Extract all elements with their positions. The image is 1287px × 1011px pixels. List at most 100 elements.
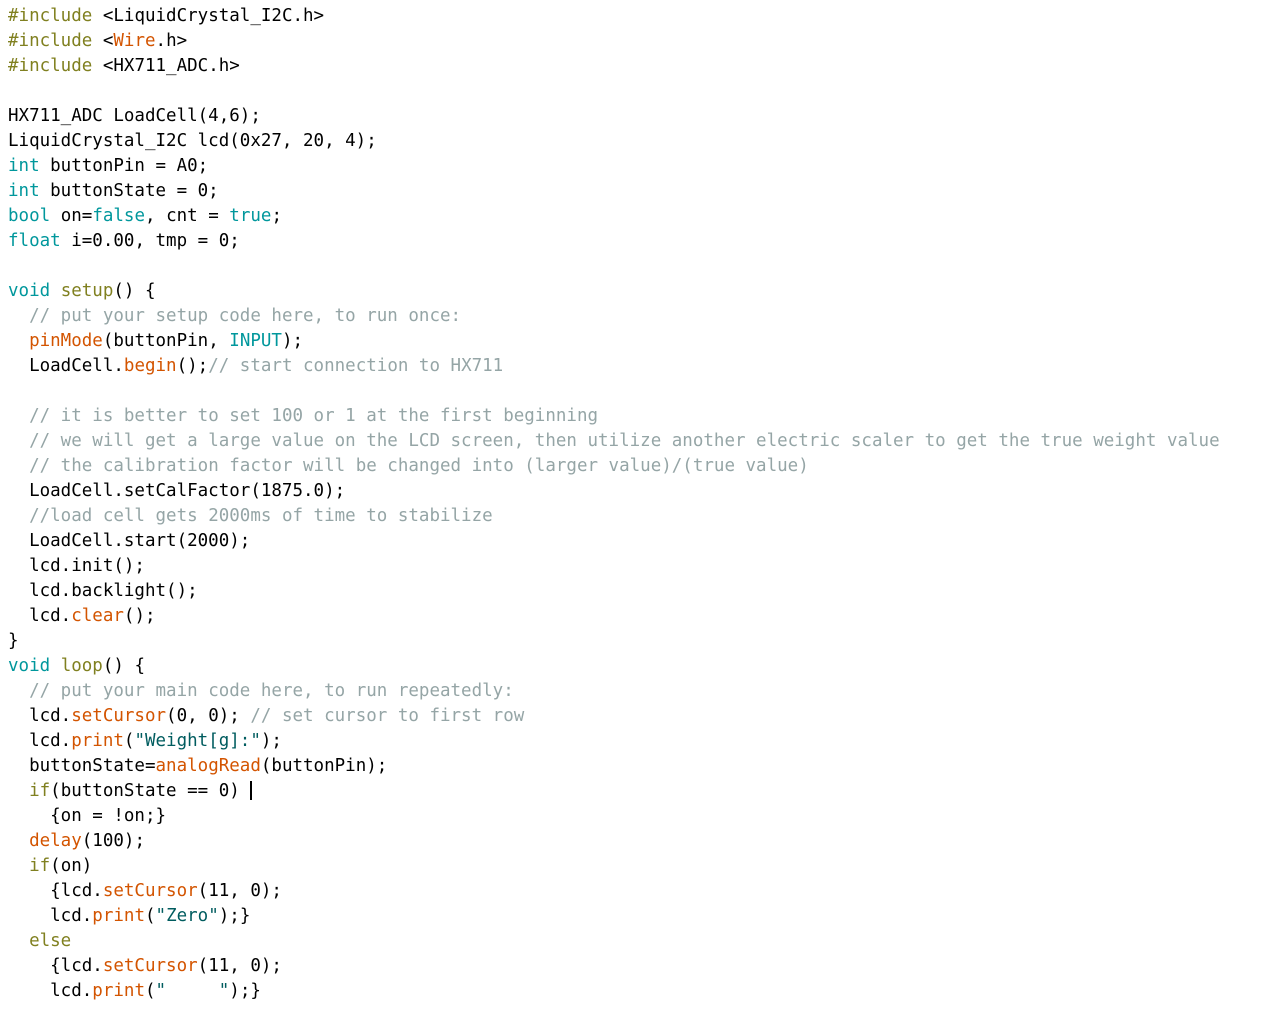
text-cursor-caret — [250, 781, 253, 800]
code-token-plain: on= — [50, 206, 93, 226]
code-token-preproc: loop — [60, 656, 103, 676]
code-line[interactable]: else — [0, 929, 1287, 954]
code-line[interactable]: delay(100); — [0, 829, 1287, 854]
code-line[interactable]: lcd.print("Zero");} — [0, 904, 1287, 929]
code-line[interactable]: lcd.clear(); — [0, 604, 1287, 629]
code-line[interactable]: float i=0.00, tmp = 0; — [0, 229, 1287, 254]
code-line[interactable]: lcd.print(" ");} — [0, 979, 1287, 1004]
code-line[interactable]: LiquidCrystal_I2C lcd(0x27, 20, 4); — [0, 129, 1287, 154]
code-token-string: " " — [155, 981, 230, 1001]
code-line[interactable]: pinMode(buttonPin, INPUT); — [0, 329, 1287, 354]
code-line[interactable]: // put your setup code here, to run once… — [0, 304, 1287, 329]
code-token-func: Wire — [113, 31, 156, 51]
code-token-comment: // set cursor to first row — [250, 706, 525, 726]
code-token-plain: } — [8, 631, 19, 651]
code-token-plain: ( — [144, 981, 156, 1001]
code-line[interactable]: #include <HX711_ADC.h> — [0, 54, 1287, 79]
code-line[interactable]: #include <Wire.h> — [0, 29, 1287, 54]
code-line[interactable]: void loop() { — [0, 654, 1287, 679]
code-token-func: clear — [71, 606, 124, 626]
code-line[interactable]: lcd.print("Weight[g]:"); — [0, 729, 1287, 754]
code-token-plain: ( — [123, 731, 135, 751]
code-token-plain: ; — [271, 206, 282, 226]
code-token-keyword: bool — [8, 206, 51, 226]
code-token-plain: <HX711_ADC.h> — [92, 56, 240, 76]
code-line[interactable]: #include <LiquidCrystal_I2C.h> — [0, 4, 1287, 29]
code-token-preproc: #include — [8, 31, 93, 51]
code-line[interactable]: // it is better to set 100 or 1 at the f… — [0, 404, 1287, 429]
code-line[interactable]: LoadCell.setCalFactor(1875.0); — [0, 479, 1287, 504]
code-line[interactable] — [0, 379, 1287, 404]
code-line[interactable]: {on = !on;} — [0, 804, 1287, 829]
code-token-comment: // it is better to set 100 or 1 at the f… — [29, 406, 599, 426]
code-token-func: setCursor — [102, 956, 198, 976]
code-token-plain: );} — [218, 906, 251, 926]
code-token-plain: (buttonPin, — [102, 331, 230, 351]
code-line[interactable]: LoadCell.start(2000); — [0, 529, 1287, 554]
code-token-comment: // put your setup code here, to run once… — [29, 306, 462, 326]
code-line[interactable]: int buttonPin = A0; — [0, 154, 1287, 179]
code-line[interactable]: // put your main code here, to run repea… — [0, 679, 1287, 704]
code-line[interactable]: } — [0, 629, 1287, 654]
code-line[interactable] — [0, 79, 1287, 104]
code-token-string: "Weight[g]:" — [134, 731, 261, 751]
code-token-plain: lcd. — [8, 981, 93, 1001]
code-line[interactable]: if(on) — [0, 854, 1287, 879]
code-token-preproc: #include — [8, 56, 93, 76]
code-token-plain: , cnt = — [145, 206, 230, 226]
code-editor[interactable]: #include <LiquidCrystal_I2C.h> #include <… — [0, 4, 1287, 1011]
code-token-plain: (0, 0); — [166, 706, 251, 726]
code-token-preproc: if — [29, 856, 51, 876]
code-token-plain: (buttonPin); — [260, 756, 388, 776]
code-token-preproc: else — [29, 931, 72, 951]
code-line[interactable]: int buttonState = 0; — [0, 179, 1287, 204]
code-token-func: print — [92, 981, 145, 1001]
code-token-func: delay — [29, 831, 82, 851]
code-token-plain: ); — [260, 731, 282, 751]
code-line[interactable]: lcd.backlight(); — [0, 579, 1287, 604]
code-token-plain: {lcd. — [8, 956, 103, 976]
code-token-keyword: int — [8, 156, 40, 176]
code-token-plain: <LiquidCrystal_I2C.h> — [92, 6, 325, 26]
code-token-func: pinMode — [29, 331, 103, 351]
code-line[interactable]: HX711_ADC LoadCell(4,6); — [0, 104, 1287, 129]
code-token-plain: (buttonState == 0) — [50, 781, 251, 801]
code-token-plain: ); — [281, 331, 304, 351]
code-token-func: print — [92, 906, 145, 926]
code-token-plain: i=0.00, tmp = 0; — [60, 231, 240, 251]
code-token-keyword: int — [8, 181, 40, 201]
code-token-keyword: void — [8, 281, 51, 301]
code-line[interactable]: {lcd.setCursor(11, 0); — [0, 954, 1287, 979]
code-token-plain: lcd. — [8, 606, 72, 626]
code-token-comment: // we will get a large value on the LCD … — [29, 431, 1220, 451]
code-token-plain: LoadCell.setCalFactor(1875.0); — [8, 481, 346, 501]
code-line[interactable]: bool on=false, cnt = true; — [0, 204, 1287, 229]
code-line[interactable]: lcd.setCursor(0, 0); // set cursor to fi… — [0, 704, 1287, 729]
code-line[interactable]: buttonState=analogRead(buttonPin); — [0, 754, 1287, 779]
code-token-func: setCursor — [102, 881, 198, 901]
code-line[interactable]: if(buttonState == 0) — [0, 779, 1287, 804]
code-line[interactable]: {lcd.setCursor(11, 0); — [0, 879, 1287, 904]
code-line[interactable]: void setup() { — [0, 279, 1287, 304]
code-token-keyword: INPUT — [229, 331, 282, 351]
code-token-func: analogRead — [155, 756, 261, 776]
code-token-comment: //load cell gets 2000ms of time to stabi… — [29, 506, 493, 526]
code-token-plain: LiquidCrystal_I2C lcd(0x27, 20, 4); — [8, 131, 377, 151]
code-line[interactable]: // the calibration factor will be change… — [0, 454, 1287, 479]
code-line[interactable]: // we will get a large value on the LCD … — [0, 429, 1287, 454]
code-token-keyword: void — [8, 656, 51, 676]
code-token-comment: // put your main code here, to run repea… — [29, 681, 514, 701]
code-line[interactable] — [0, 254, 1287, 279]
code-line[interactable]: lcd.init(); — [0, 554, 1287, 579]
code-token-preproc: #include — [8, 6, 93, 26]
code-line[interactable]: LoadCell.begin();// start connection to … — [0, 354, 1287, 379]
code-token-plain: {on = !on;} — [8, 806, 167, 826]
code-line[interactable]: //load cell gets 2000ms of time to stabi… — [0, 504, 1287, 529]
code-token-plain: LoadCell.start(2000); — [8, 531, 251, 551]
